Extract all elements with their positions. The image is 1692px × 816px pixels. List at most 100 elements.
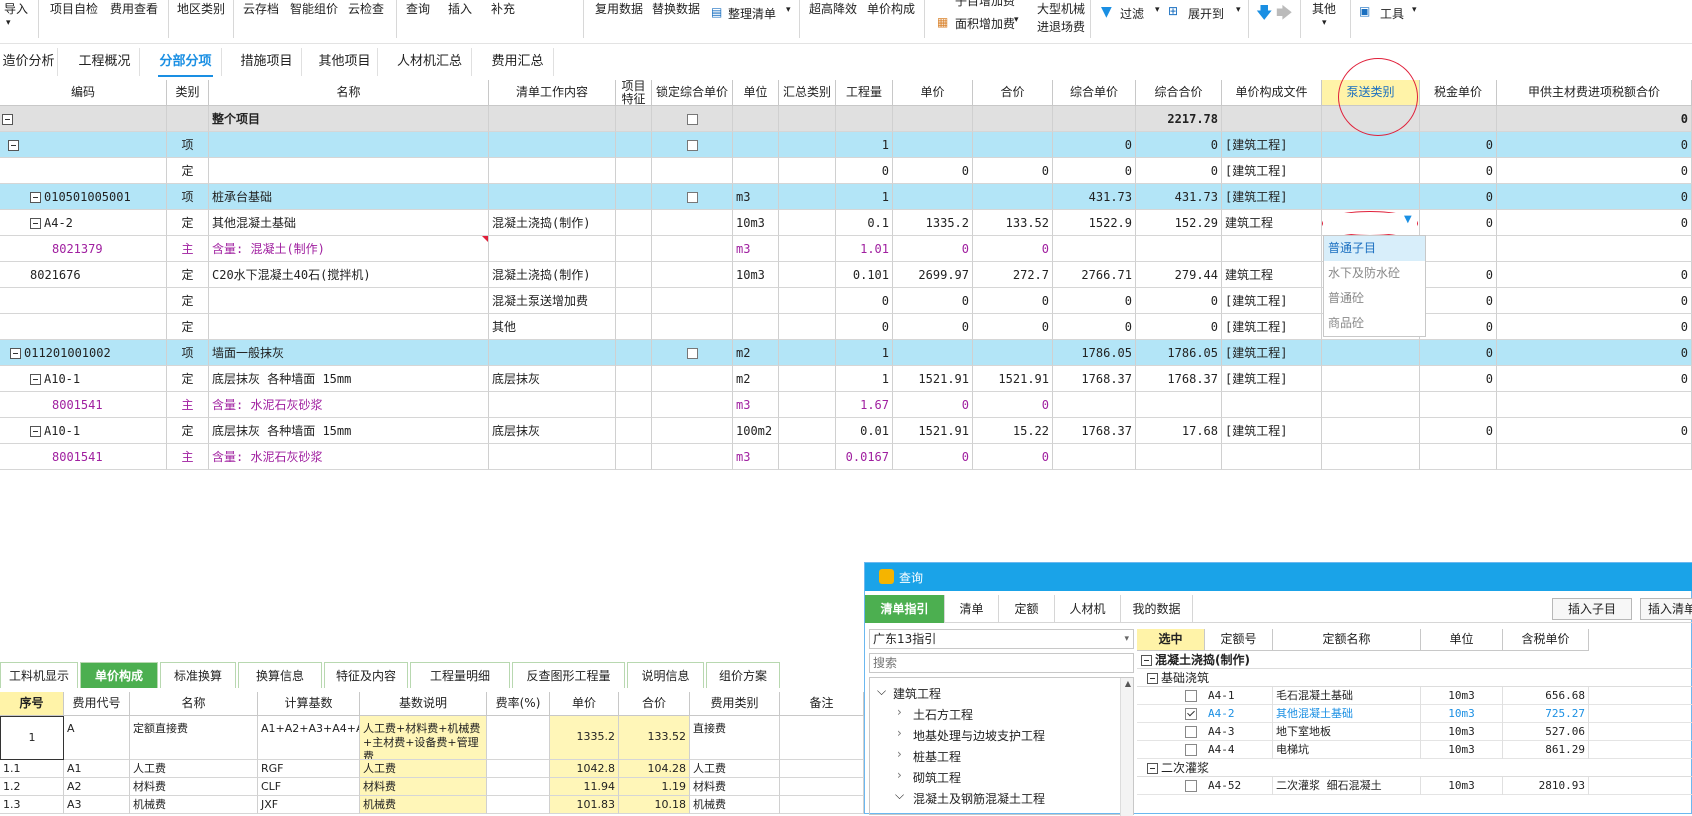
query-tab-list-guide[interactable]: 清单指引 xyxy=(865,595,945,623)
import-dropdown-icon[interactable]: ▾ xyxy=(6,18,11,28)
tidy-list-button[interactable]: 整理清单 xyxy=(728,5,776,22)
tree-node-building[interactable]: 建筑工程 xyxy=(893,685,941,702)
reuse-data-button[interactable]: 复用数据 xyxy=(595,0,643,17)
lock-price-checkbox[interactable] xyxy=(686,192,698,203)
tab-labor-material-display[interactable]: 工料机显示 xyxy=(0,662,78,688)
region-select[interactable]: 广东13指引 ▾ xyxy=(869,629,1134,649)
tree-chevron-right-icon[interactable]: › xyxy=(897,747,902,761)
insert-sub-button[interactable]: 插入子目 xyxy=(1552,598,1632,620)
tab-standard-conversion[interactable]: 标准换算 xyxy=(160,662,236,688)
area-fee-dropdown-icon[interactable]: ▾ xyxy=(1014,15,1019,25)
collapse-toggle-icon[interactable] xyxy=(30,192,41,203)
bottom-col-remark[interactable]: 备注 xyxy=(780,692,864,716)
bottom-col-price[interactable]: 单价 xyxy=(550,692,619,716)
tree-chevron-right-icon[interactable]: › xyxy=(897,705,902,719)
col-header-work[interactable]: 清单工作内容 xyxy=(489,80,616,106)
cell-pump[interactable] xyxy=(1322,132,1420,158)
collapse-toggle-icon[interactable] xyxy=(30,426,41,437)
collapse-toggle-icon[interactable] xyxy=(10,348,21,359)
tab-other-items[interactable]: 其他项目 xyxy=(312,48,378,76)
cell-pump[interactable] xyxy=(1322,366,1420,392)
col-header-feature[interactable]: 项目特征 xyxy=(616,79,652,106)
tab-cost-analysis[interactable]: 造价分析 xyxy=(0,48,58,76)
quota-col-3[interactable]: 单位 xyxy=(1421,629,1503,651)
col-header-name[interactable]: 名称 xyxy=(209,80,489,106)
col-header-total[interactable]: 合价 xyxy=(973,80,1053,106)
query-tab-my-data[interactable]: 我的数据 xyxy=(1121,595,1193,623)
collapse-toggle-icon[interactable] xyxy=(30,374,41,385)
insert-list-button[interactable]: 插入清单 xyxy=(1640,598,1692,620)
cell-pump[interactable] xyxy=(1322,392,1420,418)
tab-labor-material-summary[interactable]: 人材机汇总 xyxy=(388,48,472,76)
pump-option-normal-concrete[interactable]: 普通砼 xyxy=(1324,286,1425,311)
collapse-toggle-icon[interactable] xyxy=(1141,655,1152,666)
pump-option-normal-sub[interactable]: 普通子目 xyxy=(1324,236,1425,261)
tree-chevron-right-icon[interactable]: › xyxy=(897,726,902,740)
col-header-last[interactable]: 甲供主材费进项税额合价 xyxy=(1497,80,1692,106)
lock-price-checkbox[interactable] xyxy=(686,348,698,359)
col-header-price[interactable]: 单价 xyxy=(893,80,973,106)
height-reduction-button[interactable]: 超高降效 xyxy=(809,0,857,17)
quota-col-0[interactable]: 选中 xyxy=(1137,629,1205,651)
move-down-icon[interactable]: 🡇 xyxy=(1256,2,1272,29)
cloud-check-button[interactable]: 云检查 xyxy=(348,0,384,17)
region-type-button[interactable]: 地区类别 xyxy=(177,0,225,17)
import-button[interactable]: 导入 xyxy=(4,0,28,17)
quota-col-2[interactable]: 定额名称 xyxy=(1273,629,1421,651)
tree-chevron-icon[interactable]: ⌵ xyxy=(877,684,886,699)
search-input[interactable] xyxy=(869,653,1134,673)
cell-pump[interactable] xyxy=(1322,340,1420,366)
col-header-qty[interactable]: 工程量 xyxy=(836,80,893,106)
col-header-file[interactable]: 单价构成文件 xyxy=(1222,80,1322,106)
tab-price-composition[interactable]: 单价构成 xyxy=(80,662,158,688)
col-header-lock[interactable]: 锁定综合单价 xyxy=(652,80,733,106)
cell-pump[interactable] xyxy=(1322,158,1420,184)
collapse-toggle-icon[interactable] xyxy=(1147,763,1158,774)
tab-conversion-info[interactable]: 换算信息 xyxy=(238,662,322,688)
expand-dropdown-icon[interactable]: ▾ xyxy=(1236,5,1241,15)
bottom-col-desc[interactable]: 基数说明 xyxy=(360,692,487,716)
lock-price-checkbox[interactable] xyxy=(686,114,698,125)
query-tab-quota[interactable]: 定额 xyxy=(999,595,1055,623)
other-dropdown-icon[interactable]: ▾ xyxy=(1322,18,1327,28)
tidy-list-dropdown-icon[interactable]: ▾ xyxy=(786,5,791,15)
select-checkbox[interactable] xyxy=(1185,780,1197,792)
tree-scrollbar[interactable] xyxy=(1120,678,1133,816)
col-header-code[interactable]: 编码 xyxy=(0,80,167,106)
move-right-icon[interactable]: 🡆 xyxy=(1276,2,1293,29)
group-row[interactable]: 混凝土浇捣(制作) xyxy=(1137,651,1692,669)
expand-to-button[interactable]: 展开到 xyxy=(1188,5,1224,22)
large-machine-button[interactable]: 大型机械 xyxy=(1037,0,1085,17)
col-header-uprice[interactable]: 综合单价 xyxy=(1053,80,1136,106)
pump-type-select[interactable] xyxy=(1323,213,1417,234)
collapse-toggle-icon[interactable] xyxy=(8,140,19,151)
bottom-col-base[interactable]: 计算基数 xyxy=(258,692,360,716)
bottom-col-code[interactable]: 费用代号 xyxy=(64,692,130,716)
query-tab-list[interactable]: 清单 xyxy=(945,595,999,623)
price-composition-button[interactable]: 单价构成 xyxy=(867,0,915,17)
collapse-toggle-icon[interactable] xyxy=(30,218,41,229)
tab-fee-summary[interactable]: 费用汇总 xyxy=(482,48,554,76)
tree-chevron-icon[interactable]: ⌵ xyxy=(895,788,904,803)
col-header-sumtype[interactable]: 汇总类别 xyxy=(779,80,836,106)
pump-option-commercial[interactable]: 商品砼 xyxy=(1324,311,1425,336)
tree-chevron-right-icon[interactable]: › xyxy=(897,768,902,782)
tab-sub-items[interactable]: 分部分项 xyxy=(150,48,222,77)
cell-pump[interactable] xyxy=(1322,444,1420,470)
area-fee-button[interactable]: 面积增加费 xyxy=(955,15,1015,32)
select-checkbox[interactable] xyxy=(1185,726,1197,738)
bottom-col-rate[interactable]: 费率(%) xyxy=(487,692,550,716)
smart-price-button[interactable]: 智能组价 xyxy=(290,0,338,17)
pump-option-underwater[interactable]: 水下及防水砼 xyxy=(1324,261,1425,286)
tree-node-concrete[interactable]: 混凝土及钢筋混凝土工程 xyxy=(913,790,1045,807)
tab-quantity-detail[interactable]: 工程量明细 xyxy=(410,662,510,688)
bottom-col-no[interactable]: 序号 xyxy=(0,692,64,716)
lock-price-checkbox[interactable] xyxy=(686,140,698,151)
tree-node-masonry[interactable]: 砌筑工程 xyxy=(913,769,961,786)
tab-project-overview[interactable]: 工程概况 xyxy=(70,48,140,76)
tree-node-pile[interactable]: 桩基工程 xyxy=(913,748,961,765)
cell-pump[interactable] xyxy=(1322,418,1420,444)
tree-node-foundation[interactable]: 地基处理与边坡支护工程 xyxy=(913,727,1045,744)
chevron-down-icon[interactable]: ▼ xyxy=(1404,214,1412,225)
bottom-col-name[interactable]: 名称 xyxy=(130,692,258,716)
